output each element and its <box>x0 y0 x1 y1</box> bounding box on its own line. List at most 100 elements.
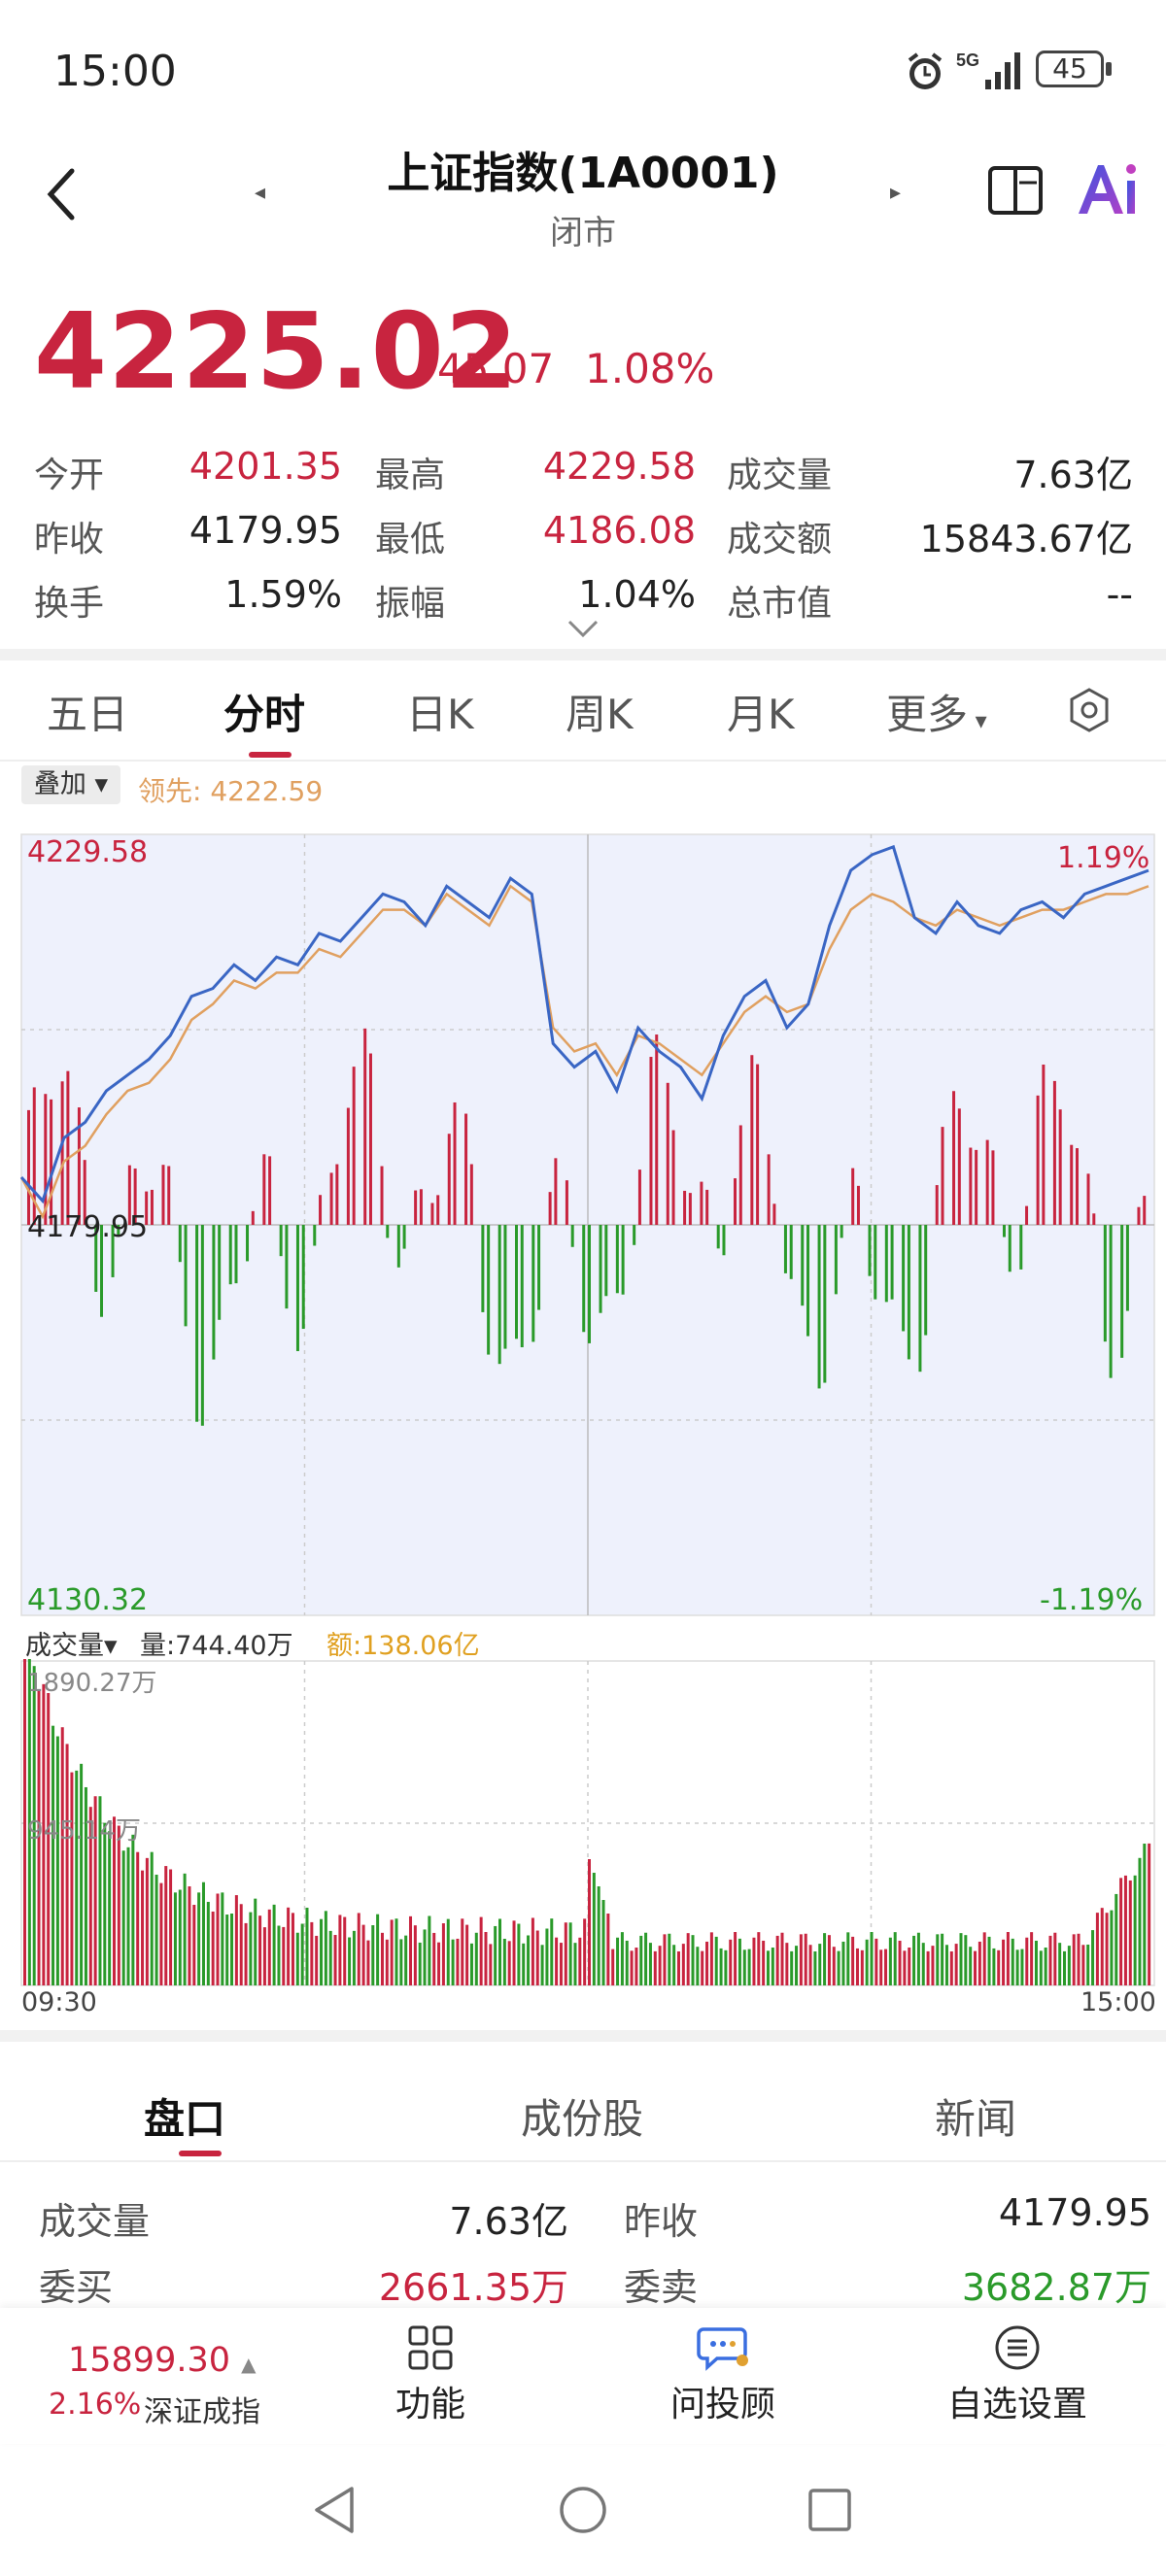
volume-bar-up <box>1100 1908 1104 1985</box>
volume-button[interactable]: 成交量▾ <box>25 1624 118 1662</box>
volume-bar-down <box>550 1918 554 1985</box>
tab-news[interactable]: 新闻 <box>935 2086 1016 2146</box>
volume-bar-up <box>931 1946 935 1985</box>
tab-daily-k[interactable]: 日K <box>406 682 474 741</box>
breadth-bar-up <box>941 1127 944 1225</box>
nav-watchlist-label: 自选设置 <box>946 2385 1087 2424</box>
nav-functions[interactable]: 功能 <box>389 2323 472 2426</box>
breadth-bar-up <box>655 1034 659 1225</box>
volume-bar-up <box>884 1949 888 1985</box>
bottom-tabs-divider <box>0 2160 1166 2162</box>
tab-orderbook[interactable]: 盘口 <box>144 2086 225 2146</box>
volume-bar-down <box>121 1850 125 1985</box>
volume-bar-down <box>893 1932 897 1985</box>
volume-bar-up <box>164 1866 168 1985</box>
breadth-bar-up <box>60 1081 64 1225</box>
breadth-bar-up <box>1058 1109 1062 1225</box>
breadth-bar-up <box>363 1028 367 1225</box>
breadth-bar-down <box>285 1225 289 1309</box>
volume-bar-up <box>258 1915 262 1985</box>
volume-bar-down <box>328 1930 332 1985</box>
volume-bar-down <box>742 1949 746 1985</box>
volume-bar-up <box>484 1931 488 1985</box>
breadth-bar-down <box>1109 1225 1113 1378</box>
volume-bar-up <box>855 1948 859 1985</box>
split-view-icon[interactable] <box>987 165 1044 220</box>
ticker-index-value[interactable]: 15899.30 ▲ <box>68 2341 257 2380</box>
volume-bar-down <box>568 1922 572 1985</box>
system-recents-icon[interactable] <box>806 2487 853 2537</box>
intraday-chart[interactable] <box>0 830 1166 1617</box>
volume-bar-down <box>592 1873 596 1985</box>
nav-advisor[interactable]: 问投顾 <box>665 2323 781 2426</box>
volume-bar-up <box>762 1940 766 1985</box>
volume-bar-down <box>540 1945 544 1985</box>
volume-bar-down <box>173 1892 177 1985</box>
expand-stats-icon[interactable] <box>566 618 600 643</box>
tab-weekly-k[interactable]: 周K <box>566 682 634 741</box>
stat-label: 最低 <box>375 520 446 559</box>
battery-level: 45 <box>1052 52 1087 85</box>
breadth-bar-up <box>1143 1196 1147 1225</box>
breadth-bar-up <box>430 1203 434 1225</box>
tab-intraday[interactable]: 分时 <box>223 682 305 741</box>
breadth-bar-up <box>161 1165 165 1225</box>
breadth-bar-down <box>1120 1225 1124 1358</box>
breadth-bar-down <box>295 1225 299 1351</box>
breadth-bar-down <box>599 1225 602 1313</box>
chart-low-label: 4130.32 <box>27 1583 149 1617</box>
next-stock-icon[interactable]: ▸ <box>890 181 901 205</box>
breadth-bar-up <box>734 1178 737 1225</box>
volume-bar-down <box>959 1933 963 1985</box>
tab-more[interactable]: 更多 ▾ <box>886 682 987 741</box>
volume-bar-up <box>926 1950 930 1985</box>
volume-bar-down <box>846 1932 850 1985</box>
tab-constituents[interactable]: 成份股 <box>521 2086 643 2146</box>
breadth-bar-up <box>851 1168 855 1225</box>
volume-bar-down <box>399 1939 403 1985</box>
volume-bar-down <box>254 1898 257 1985</box>
volume-bar-up <box>997 1949 1001 1985</box>
breadth-bar-down <box>301 1225 305 1330</box>
stat-label: 成交量 <box>727 456 833 495</box>
volume-bar-down <box>352 1930 356 1985</box>
svg-text:5G: 5G <box>956 51 979 70</box>
breadth-bar-up <box>436 1195 440 1225</box>
breadth-bar-down <box>1125 1225 1129 1311</box>
chart-settings-icon[interactable] <box>1067 688 1112 736</box>
volume-bar-down <box>737 1938 741 1985</box>
volume-chart[interactable] <box>0 1659 1166 1989</box>
breadth-bar-up <box>957 1108 961 1225</box>
breadth-bar-up <box>969 1147 973 1225</box>
volume-bar-up <box>578 1937 582 1985</box>
volume-bar-up <box>262 1927 266 1985</box>
breadth-bar-up <box>380 1166 384 1225</box>
volume-bar-down <box>813 1950 817 1985</box>
volume-bar-down <box>517 1923 521 1985</box>
overlay-button[interactable]: 叠加 ▾ <box>21 765 120 804</box>
volume-bar-up <box>1053 1932 1057 1985</box>
volume-bar-up <box>630 1950 634 1985</box>
volume-bar-up <box>701 1950 704 1985</box>
volume-bar-up <box>234 1895 238 1985</box>
ticker-index-pct: 2.16% <box>49 2388 142 2422</box>
volume-bar-down <box>771 1948 774 1985</box>
breadth-bar-up <box>856 1185 860 1225</box>
price-change-pct: 1.08% <box>585 345 715 392</box>
tab-active-indicator <box>249 752 292 758</box>
ai-assistant-icon[interactable] <box>1075 159 1143 223</box>
volume-bar-up <box>681 1944 685 1985</box>
tab-five-day[interactable]: 五日 <box>47 682 128 741</box>
volume-bar-down <box>75 1770 79 1985</box>
volume-bar-up <box>559 1943 563 1985</box>
volume-bar-up <box>903 1950 907 1985</box>
nav-watchlist-settings[interactable]: 自选设置 <box>944 2323 1090 2426</box>
system-back-icon[interactable] <box>309 2483 358 2541</box>
breadth-bar-up <box>1052 1080 1056 1225</box>
volume-bar-down <box>616 1937 620 1985</box>
tab-monthly-k[interactable]: 月K <box>727 682 795 741</box>
system-home-icon[interactable] <box>558 2485 608 2539</box>
volume-bar-up <box>413 1925 417 1985</box>
breadth-bar-down <box>396 1225 400 1268</box>
volume-bar-up <box>808 1945 812 1985</box>
